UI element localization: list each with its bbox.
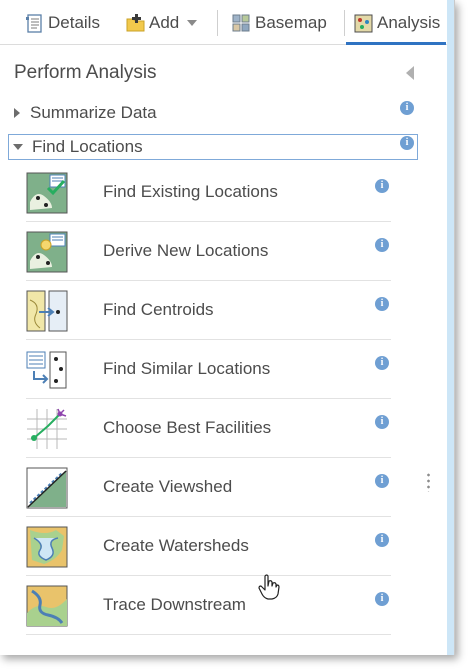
info-icon[interactable]: i — [375, 179, 389, 193]
collapse-panel-icon[interactable] — [406, 66, 414, 80]
section-label: Summarize Data — [30, 103, 157, 122]
basemap-icon — [232, 14, 251, 33]
tool-label: Create Watersheds — [103, 536, 249, 555]
tool-trace-downstream[interactable]: Trace Downstream i — [26, 577, 391, 635]
tool-find-existing-locations[interactable]: Find Existing Locations i — [26, 164, 391, 222]
details-icon — [25, 13, 44, 33]
chevron-down-icon — [187, 20, 198, 26]
toolbar: Details Add Basemap Analysis — [0, 0, 454, 45]
analysis-tab[interactable]: Analysis — [354, 10, 440, 36]
tool-choose-best-facilities[interactable]: Choose Best Facilities i — [26, 400, 391, 458]
hand-cursor-icon — [258, 574, 280, 600]
info-icon[interactable]: i — [375, 415, 389, 429]
tool-label: Choose Best Facilities — [103, 418, 272, 437]
add-button[interactable]: Add — [126, 10, 198, 36]
add-label: Add — [149, 13, 180, 32]
tool-label: Find Centroids — [103, 300, 214, 319]
map-edge-strip — [447, 0, 454, 655]
tool-label: Find Existing Locations — [103, 182, 278, 201]
info-icon[interactable]: i — [375, 474, 389, 488]
details-label: Details — [48, 13, 100, 32]
tool-label: Create Viewshed — [103, 477, 233, 496]
tool-label: Find Similar Locations — [103, 359, 271, 378]
analysis-content: Perform Analysis Summarize Data i Find L… — [0, 46, 434, 655]
section-find-locations[interactable]: Find Locations — [8, 134, 418, 160]
trace-downstream-icon — [26, 585, 68, 627]
details-button[interactable]: Details — [25, 10, 100, 36]
choose-best-facilities-icon — [26, 408, 68, 450]
add-icon — [126, 13, 145, 33]
tool-find-centroids[interactable]: Find Centroids i — [26, 282, 391, 340]
info-icon[interactable]: i — [375, 297, 389, 311]
find-existing-locations-icon — [26, 172, 68, 214]
tool-find-similar-locations[interactable]: Find Similar Locations i — [26, 341, 391, 399]
tool-label: Trace Downstream — [103, 595, 246, 614]
tool-derive-new-locations[interactable]: Derive New Locations i — [26, 223, 391, 281]
analysis-panel: Details Add Basemap Analysis Perform Ana… — [0, 0, 455, 655]
tool-label: Derive New Locations — [103, 241, 269, 260]
page-title: Perform Analysis — [14, 62, 157, 83]
active-tab-indicator — [346, 42, 446, 45]
basemap-button[interactable]: Basemap — [232, 10, 327, 36]
expand-down-icon — [13, 144, 23, 150]
info-icon[interactable]: i — [400, 136, 414, 150]
analysis-icon — [354, 14, 373, 33]
toolbar-divider — [217, 10, 218, 36]
section-summarize-data[interactable]: Summarize Data — [8, 100, 418, 126]
find-similar-locations-icon — [26, 349, 68, 391]
info-icon[interactable]: i — [400, 101, 414, 115]
create-watersheds-icon — [26, 526, 68, 568]
toolbar-divider — [344, 10, 345, 36]
analysis-label: Analysis — [377, 13, 441, 32]
tool-create-watersheds[interactable]: Create Watersheds i — [26, 518, 391, 576]
create-viewshed-icon — [26, 467, 68, 509]
expand-right-icon — [14, 108, 20, 118]
basemap-label: Basemap — [255, 13, 327, 32]
info-icon[interactable]: i — [375, 356, 389, 370]
section-label: Find Locations — [32, 137, 143, 156]
info-icon[interactable]: i — [375, 533, 389, 547]
info-icon[interactable]: i — [375, 238, 389, 252]
info-icon[interactable]: i — [375, 592, 389, 606]
tool-create-viewshed[interactable]: Create Viewshed i — [26, 459, 391, 517]
find-centroids-icon — [26, 290, 68, 332]
derive-new-locations-icon — [26, 231, 68, 273]
resize-handle[interactable] — [427, 472, 430, 492]
